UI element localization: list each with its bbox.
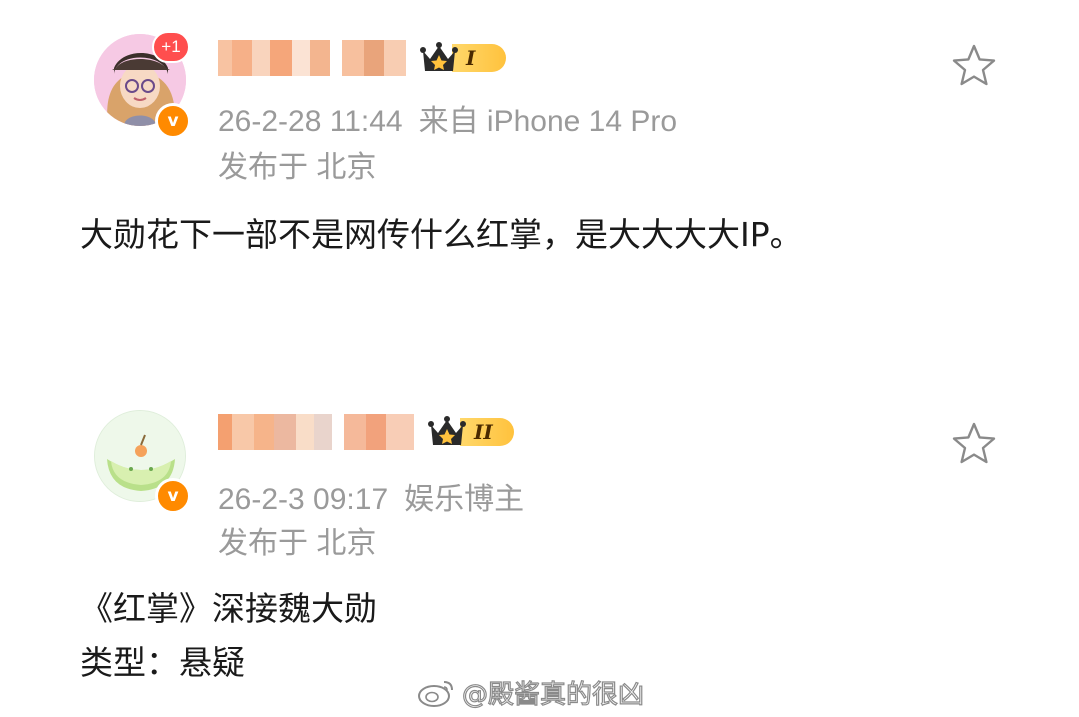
post-content: 《红掌》深接魏大勋 类型：悬疑 — [80, 582, 377, 690]
level-badge: II — [428, 414, 514, 450]
notification-badge: +1 — [152, 31, 190, 63]
username-mosaic — [218, 414, 414, 450]
post-timestamp: 26-2-3 09:17 — [218, 483, 389, 516]
post-content: 大勋花下一部不是网传什么红掌，是大大大大IP。 — [80, 208, 803, 262]
username[interactable]: I — [218, 40, 506, 76]
crown-icon — [420, 41, 458, 75]
post-source: 娱乐博主 — [404, 483, 525, 516]
username[interactable]: II — [218, 414, 514, 450]
content-line: 大勋花下一部不是网传什么红掌，是大大大大IP。 — [80, 215, 803, 254]
crown-icon — [428, 415, 466, 449]
post-timestamp: 26-2-28 11:44 — [218, 105, 403, 138]
watermark-text: @殿酱真的很凶 — [461, 679, 645, 710]
verified-badge-icon: v — [155, 103, 191, 139]
star-outline-icon[interactable] — [950, 420, 998, 468]
content-line: 类型：悬疑 — [80, 643, 245, 682]
level-label: I — [452, 44, 506, 72]
post-card: +1 v I 26-2-28 11:44 来自 iPhone 14 Pro 发布… — [0, 0, 1079, 380]
level-label: II — [460, 418, 514, 446]
watermark: @殿酱真的很凶 — [416, 672, 645, 712]
content-line: 《红掌》深接魏大勋 — [80, 589, 377, 628]
star-outline-icon[interactable] — [950, 42, 998, 90]
verified-badge-icon: v — [155, 478, 191, 514]
post-location: 发布于 北京 — [218, 527, 377, 560]
post-location: 发布于 北京 — [218, 151, 377, 184]
level-badge: I — [420, 40, 506, 76]
username-mosaic — [218, 40, 406, 76]
post-meta: 26-2-3 09:17 娱乐博主 — [218, 474, 524, 518]
weibo-logo-icon — [418, 681, 453, 707]
post-source: 来自 iPhone 14 Pro — [418, 105, 678, 138]
post-card: v II 26-2-3 09:17 娱乐博主 发布于 北京 《红掌》深接魏大勋 … — [0, 380, 1079, 717]
post-meta: 26-2-28 11:44 来自 iPhone 14 Pro — [218, 96, 677, 140]
